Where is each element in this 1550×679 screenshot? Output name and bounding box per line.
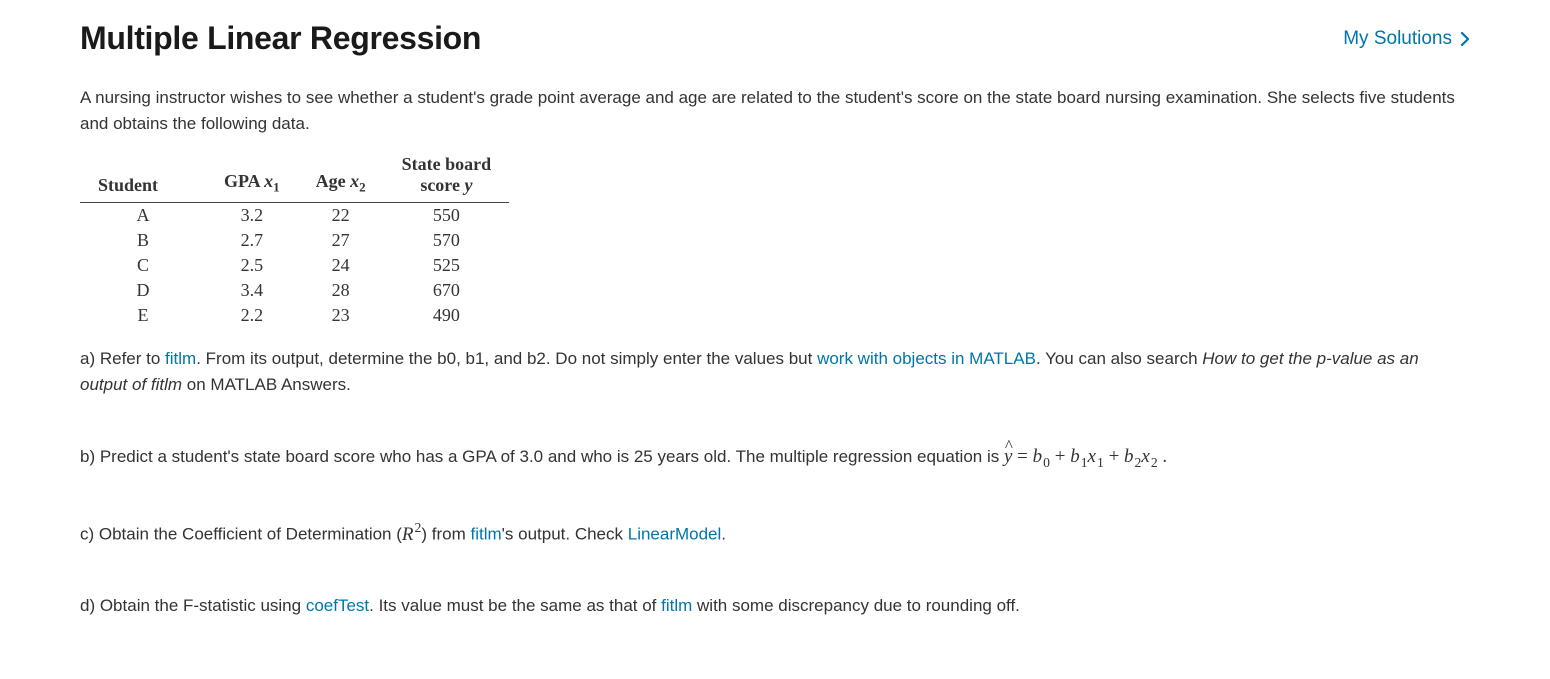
question-a: a) Refer to fitlm. From its output, dete… xyxy=(80,346,1470,399)
link-fitlm[interactable]: fitlm xyxy=(661,596,692,615)
cell-gpa: 3.4 xyxy=(206,278,298,303)
qa-text: . From its output, determine the b0, b1,… xyxy=(196,349,817,368)
eq-b: b xyxy=(1033,446,1043,467)
question-d: d) Obtain the F-statistic using coefTest… xyxy=(80,593,1470,619)
th-age-sub: 2 xyxy=(359,180,365,195)
cell-score: 570 xyxy=(384,228,510,253)
cell-score: 550 xyxy=(384,202,510,228)
cell-student: C xyxy=(80,253,206,278)
cell-gpa: 3.2 xyxy=(206,202,298,228)
chevron-right-icon xyxy=(1460,32,1470,46)
cell-student: B xyxy=(80,228,206,253)
link-fitlm[interactable]: fitlm xyxy=(165,349,196,368)
qd-text: with some discrepancy due to rounding of… xyxy=(692,596,1020,615)
table-row: D 3.4 28 670 xyxy=(80,278,509,303)
regression-equation: y = b0 + b1x1 + b2x2 . xyxy=(1004,446,1167,467)
table-row: C 2.5 24 525 xyxy=(80,253,509,278)
qa-text: a) Refer to xyxy=(80,349,165,368)
th-gpa-var: x xyxy=(264,171,273,191)
qd-text: . Its value must be the same as that of xyxy=(369,596,661,615)
eq-yhat: y xyxy=(1004,442,1012,471)
header: Multiple Linear Regression My Solutions xyxy=(80,20,1470,57)
table-row: B 2.7 27 570 xyxy=(80,228,509,253)
cell-student: E xyxy=(80,303,206,328)
th-score-line1: State board xyxy=(402,154,492,174)
intro-text: A nursing instructor wishes to see wheth… xyxy=(80,85,1470,136)
th-age-var: x xyxy=(350,171,359,191)
table-row: A 3.2 22 550 xyxy=(80,202,509,228)
th-gpa-sub: 1 xyxy=(273,180,279,195)
link-fitlm[interactable]: fitlm xyxy=(470,525,501,544)
cell-score: 525 xyxy=(384,253,510,278)
data-table: Student GPA x1 Age x2 State board score … xyxy=(80,150,509,328)
my-solutions-label: My Solutions xyxy=(1343,28,1452,50)
eq-b: b xyxy=(1124,446,1134,467)
cell-student: D xyxy=(80,278,206,303)
eq-plus: + xyxy=(1050,446,1070,467)
th-score: State board score y xyxy=(384,150,510,202)
cell-age: 28 xyxy=(298,278,384,303)
th-gpa: GPA x1 xyxy=(206,150,298,202)
eq-sub1b: 1 xyxy=(1097,455,1104,470)
qc-text: . xyxy=(721,525,726,544)
eq-equals: = xyxy=(1012,446,1032,467)
eq-b: b xyxy=(1070,446,1080,467)
th-score-line2a: score xyxy=(420,175,464,195)
table-row: E 2.2 23 490 xyxy=(80,303,509,328)
cell-gpa: 2.5 xyxy=(206,253,298,278)
th-gpa-label: GPA xyxy=(224,171,264,191)
eq-sub1: 1 xyxy=(1081,455,1088,470)
data-table-body: A 3.2 22 550 B 2.7 27 570 C 2.5 24 525 D… xyxy=(80,202,509,328)
cell-score: 670 xyxy=(384,278,510,303)
eq-dot: . xyxy=(1158,446,1168,467)
qc-text: 's output. Check xyxy=(502,525,628,544)
th-student: Student xyxy=(80,150,206,202)
link-coeftest[interactable]: coefTest xyxy=(306,596,369,615)
qd-text: d) Obtain the F-statistic using xyxy=(80,596,306,615)
th-age-label: Age xyxy=(316,171,351,191)
cell-age: 22 xyxy=(298,202,384,228)
eq-sub0: 0 xyxy=(1043,455,1050,470)
th-score-var: y xyxy=(464,175,472,195)
cell-age: 24 xyxy=(298,253,384,278)
eq-plus: + xyxy=(1104,446,1124,467)
cell-score: 490 xyxy=(384,303,510,328)
qa-text: . You can also search xyxy=(1036,349,1202,368)
cell-age: 27 xyxy=(298,228,384,253)
cell-age: 23 xyxy=(298,303,384,328)
cell-student: A xyxy=(80,202,206,228)
qb-text: b) Predict a student's state board score… xyxy=(80,447,1004,466)
eq-x: x xyxy=(1141,446,1149,467)
qa-text: on MATLAB Answers. xyxy=(182,375,351,394)
page-title: Multiple Linear Regression xyxy=(80,20,481,57)
eq-x: x xyxy=(1088,446,1096,467)
qc-text: ) from xyxy=(421,525,470,544)
eq-R: R xyxy=(402,524,414,545)
qc-text: c) Obtain the Coefficient of Determinati… xyxy=(80,525,402,544)
question-b: b) Predict a student's state board score… xyxy=(80,442,1470,473)
link-linearmodel[interactable]: LinearModel xyxy=(628,525,722,544)
link-work-with-objects[interactable]: work with objects in MATLAB xyxy=(817,349,1036,368)
question-c: c) Obtain the Coefficient of Determinati… xyxy=(80,517,1470,549)
cell-gpa: 2.2 xyxy=(206,303,298,328)
th-age: Age x2 xyxy=(298,150,384,202)
cell-gpa: 2.7 xyxy=(206,228,298,253)
eq-sub2b: 2 xyxy=(1151,455,1158,470)
my-solutions-link[interactable]: My Solutions xyxy=(1343,28,1470,50)
